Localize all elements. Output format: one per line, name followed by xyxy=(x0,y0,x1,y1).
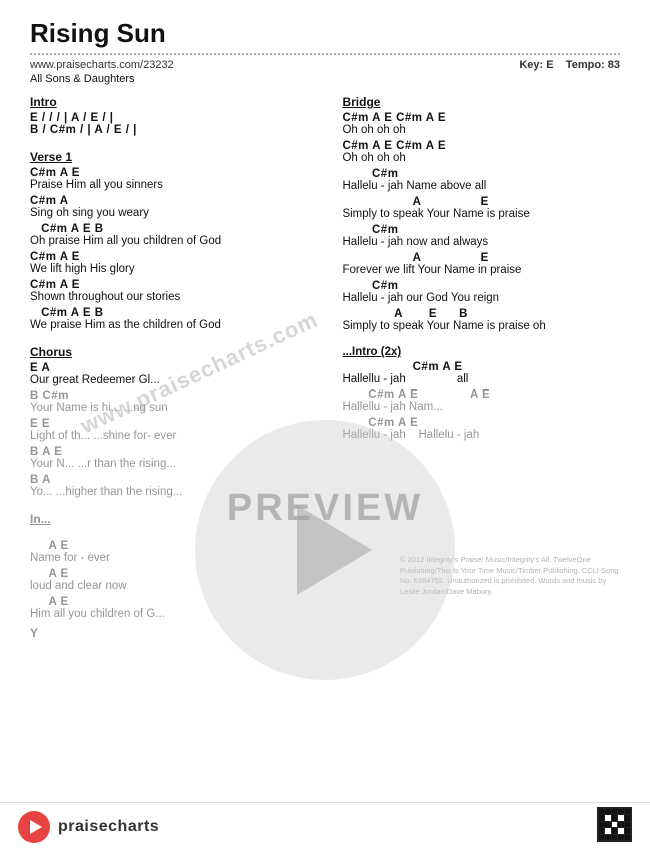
br-group-4: A E Simply to speak Your Name is praise xyxy=(342,196,620,220)
bridge-title: Bridge xyxy=(342,95,620,109)
br-group-6: A E Forever we lift Your Name in praise xyxy=(342,252,620,276)
play-button-icon xyxy=(30,820,42,834)
intro2x-title: ...Intro (2x) xyxy=(342,346,620,358)
artist-row: All Sons & Daughters xyxy=(30,73,620,85)
section-intro: Intro E / / / | A / E / | B / C#m / | A … xyxy=(30,95,322,136)
play-triangle-icon xyxy=(297,505,372,595)
page-container: Rising Sun www.praisecharts.com/23232 Ke… xyxy=(0,0,650,850)
play-button[interactable] xyxy=(18,811,50,843)
intro-line-1: E / / / | A / E / | xyxy=(30,112,322,124)
br-group-2: C#m A E C#m A E Oh oh oh oh xyxy=(342,140,620,164)
i2x-group-1: C#m A E Hallellu - jah all xyxy=(342,361,620,385)
qr-code xyxy=(597,807,632,842)
v1-group-5: C#m A E Shown throughout our stories xyxy=(30,279,322,303)
v1-group-6: C#m A E B We praise Him as the children … xyxy=(30,307,322,331)
v1-group-2: C#m A Sing oh sing you weary xyxy=(30,195,322,219)
intro-title: Intro xyxy=(30,95,322,109)
intro-line-2: B / C#m / | A / E / | xyxy=(30,124,322,136)
ch-group-1: E A Our great Redeemer Gl... xyxy=(30,362,322,386)
song-url: www.praisecharts.com/23232 xyxy=(30,59,174,71)
song-title: Rising Sun xyxy=(30,18,620,49)
section-verse1: Verse 1 C#m A E Praise Him all you sinne… xyxy=(30,150,322,331)
chorus-title: Chorus xyxy=(30,345,322,359)
br-group-8: A E B Simply to speak Your Name is prais… xyxy=(342,308,620,332)
br-group-3: C#m Hallelu - jah Name above all xyxy=(342,168,620,192)
bottom-bar: praisecharts xyxy=(0,802,650,850)
verse1-title: Verse 1 xyxy=(30,150,322,164)
artist-name: All Sons & Daughters xyxy=(30,73,135,85)
v1-group-3: C#m A E B Oh praise Him all you children… xyxy=(30,223,322,247)
section-bridge: Bridge C#m A E C#m A E Oh oh oh oh C#m A… xyxy=(342,95,620,332)
play-circle-overlay[interactable] xyxy=(195,420,455,680)
title-divider xyxy=(30,53,620,55)
v1-group-1: C#m A E Praise Him all you sinners xyxy=(30,167,322,191)
br-group-1: C#m A E C#m A E Oh oh oh oh xyxy=(342,112,620,136)
brand-name: praisecharts xyxy=(58,818,159,836)
key-tempo: Key: E Tempo: 83 xyxy=(519,59,620,71)
br-group-5: C#m Hallelu - jah now and always xyxy=(342,224,620,248)
br-group-7: C#m Hallelu - jah our God You reign xyxy=(342,280,620,304)
meta-row: www.praisecharts.com/23232 Key: E Tempo:… xyxy=(30,59,620,71)
v1-group-4: C#m A E We lift high His glory xyxy=(30,251,322,275)
